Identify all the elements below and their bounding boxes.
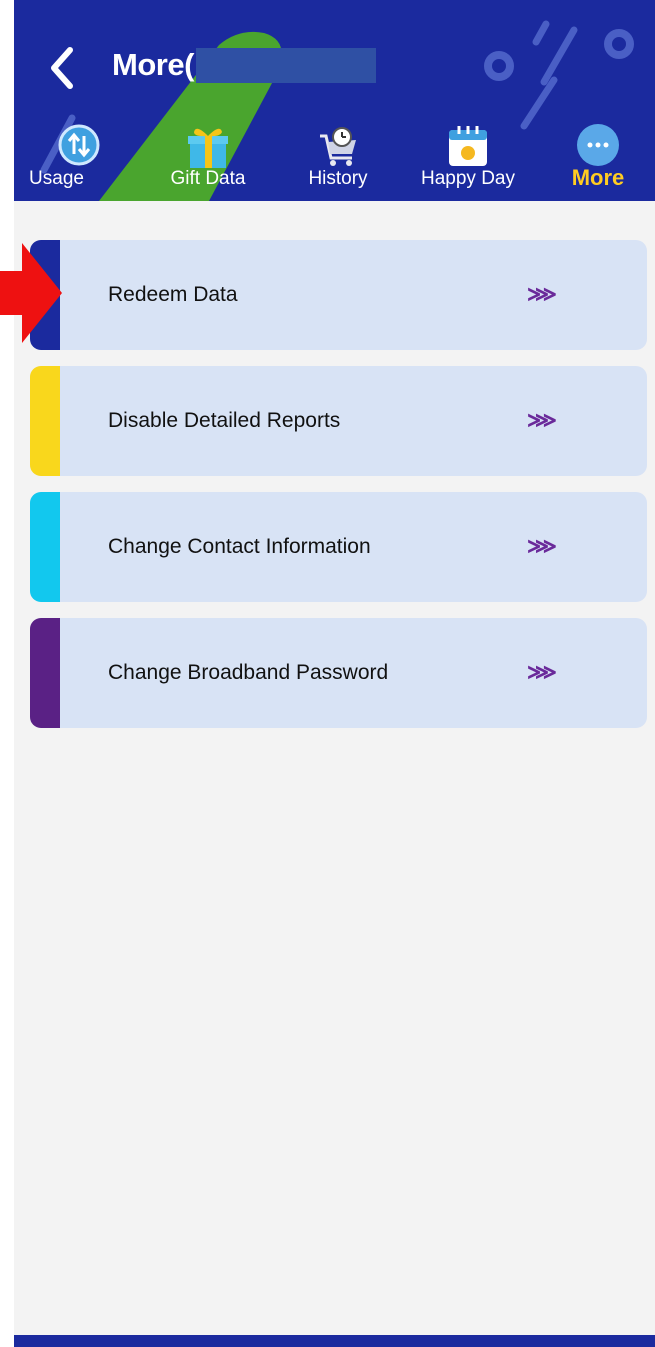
more-dots-icon: [577, 124, 619, 166]
menu-list: Redeem Data ⋙ Disable Detailed Reports ⋙…: [30, 240, 647, 744]
menu-item-change-contact-information[interactable]: Change Contact Information ⋙: [30, 492, 647, 602]
up-down-arrows-icon: [58, 124, 100, 166]
tab-gift-data[interactable]: Gift Data: [153, 118, 263, 198]
app-header: More( Usage Gift Data History Happy Day …: [14, 0, 655, 201]
chevron-right-icon: ⋙: [527, 283, 557, 306]
chevron-right-icon: ⋙: [527, 535, 557, 558]
tab-label: History: [308, 168, 368, 189]
item-stripe: [30, 618, 60, 728]
tab-label: Usage: [29, 168, 84, 189]
menu-item-label: Disable Detailed Reports: [108, 409, 341, 432]
menu-item-change-broadband-password[interactable]: Change Broadband Password ⋙: [30, 618, 647, 728]
tab-happy-day[interactable]: Happy Day: [413, 118, 523, 198]
menu-item-label: Redeem Data: [108, 283, 238, 306]
redacted-block: [196, 48, 376, 83]
menu-item-disable-detailed-reports[interactable]: Disable Detailed Reports ⋙: [30, 366, 647, 476]
tab-history[interactable]: History: [283, 118, 393, 198]
tab-label: Gift Data: [170, 168, 246, 189]
chevron-left-icon: [51, 47, 73, 89]
gift-icon: [188, 128, 228, 168]
tab-more[interactable]: More: [543, 118, 653, 198]
tab-label: More: [571, 165, 625, 190]
chevron-right-icon: ⋙: [527, 409, 557, 432]
page-title: More(: [112, 47, 194, 82]
menu-item-label: Change Contact Information: [108, 535, 371, 558]
screen: More( Usage Gift Data History Happy Day …: [14, 0, 655, 1347]
back-button[interactable]: [40, 40, 90, 96]
tab-label: Happy Day: [421, 168, 515, 189]
chevron-right-icon: ⋙: [527, 661, 557, 684]
cart-clock-icon: [320, 127, 356, 166]
menu-item-redeem-data[interactable]: Redeem Data ⋙: [30, 240, 647, 350]
tab-usage[interactable]: Usage: [24, 118, 134, 198]
calendar-smile-icon: [449, 126, 487, 166]
menu-item-label: Change Broadband Password: [108, 661, 389, 684]
bottom-bar: [14, 1335, 655, 1347]
pointer-arrow-icon: [0, 243, 62, 343]
item-stripe: [30, 492, 60, 602]
item-stripe: [30, 366, 60, 476]
